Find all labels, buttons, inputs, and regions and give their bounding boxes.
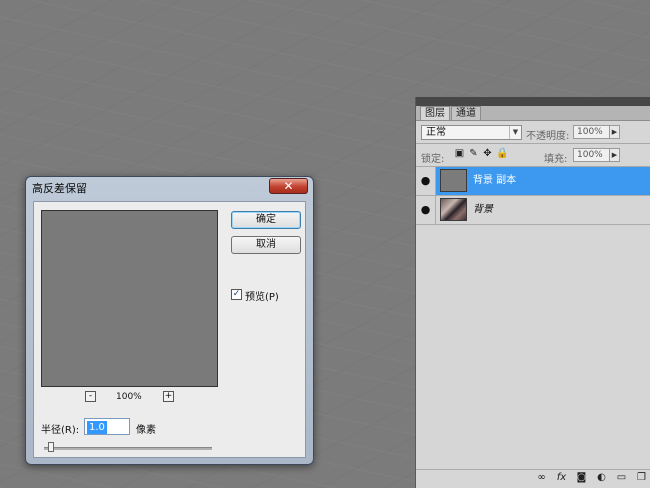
zoom-out-button[interactable]: - <box>85 391 96 402</box>
zoom-level: 100% <box>116 392 142 402</box>
checkmark-icon: ✓ <box>232 289 241 299</box>
panel-tabs: 图层 通道 <box>416 106 650 121</box>
opacity-arrow-icon[interactable]: ▶ <box>609 125 620 139</box>
radius-slider-track[interactable] <box>44 447 212 450</box>
lock-brush-icon[interactable]: ✎ <box>468 148 479 159</box>
mask-icon[interactable]: ◙ <box>575 472 588 483</box>
preview-checkbox[interactable]: ✓ <box>231 289 242 300</box>
layer-name: 背景 副本 <box>473 175 517 186</box>
dialog-title: 高反差保留 <box>32 182 87 195</box>
eye-icon[interactable]: ● <box>416 167 436 195</box>
lock-move-icon[interactable]: ✥ <box>482 148 493 159</box>
layer-name: 背景 <box>473 204 493 215</box>
fx-icon[interactable]: fx <box>555 472 568 483</box>
new-layer-icon[interactable]: ❐ <box>635 472 648 483</box>
layers-panel: 图层 通道 正常 ▼ 不透明度: 100% ▶ 锁定: ▣ ✎ ✥ 🔒 填充: … <box>415 97 650 488</box>
link-icon[interactable]: ∞ <box>535 472 548 483</box>
blend-mode-value: 正常 <box>426 127 446 138</box>
lock-icons: ▣ ✎ ✥ 🔒 <box>454 148 509 159</box>
dialog-body: - 100% + 确定 取消 ✓ 预览(P) 半径(R): 1.0 像素 <box>33 201 306 458</box>
lock-transparency-icon[interactable]: ▣ <box>454 148 465 159</box>
group-icon[interactable]: ▭ <box>615 472 628 483</box>
radius-input[interactable]: 1.0 <box>84 418 130 435</box>
blend-mode-select[interactable]: 正常 ▼ <box>421 125 522 140</box>
blend-options-row: 正常 ▼ 不透明度: 100% ▶ <box>416 121 650 143</box>
radius-slider-thumb[interactable] <box>48 442 55 452</box>
zoom-in-button[interactable]: + <box>163 391 174 402</box>
radius-label: 半径(R): <box>41 425 80 436</box>
lock-all-icon[interactable]: 🔒 <box>496 148 508 159</box>
tab-channels[interactable]: 通道 <box>451 106 481 120</box>
lock-label: 锁定: <box>421 154 445 165</box>
eye-icon[interactable]: ● <box>416 196 436 224</box>
adjustment-icon[interactable]: ◐ <box>595 472 608 483</box>
fill-label: 填充: <box>544 154 568 165</box>
ok-button[interactable]: 确定 <box>231 211 301 229</box>
preview-label: 预览(P) <box>245 292 279 303</box>
unit-label: 像素 <box>136 425 156 436</box>
close-icon: ✕ <box>283 179 294 193</box>
lock-options-row: 锁定: ▣ ✎ ✥ 🔒 填充: 100% ▶ <box>416 144 650 166</box>
preview-area[interactable] <box>41 210 218 387</box>
layer-row-background[interactable]: ● 背景 <box>416 196 650 225</box>
panel-title-bar[interactable] <box>416 97 650 106</box>
fill-arrow-icon[interactable]: ▶ <box>609 148 620 162</box>
high-pass-dialog: 高反差保留 ✕ - 100% + 确定 取消 ✓ 预览(P) 半径(R): 1.… <box>25 176 314 465</box>
cancel-button[interactable]: 取消 <box>231 236 301 254</box>
tab-layers[interactable]: 图层 <box>420 106 450 120</box>
panel-footer: ∞ fx ◙ ◐ ▭ ❐ <box>416 469 650 488</box>
opacity-label: 不透明度: <box>526 131 570 142</box>
close-button[interactable]: ✕ <box>269 178 308 194</box>
layer-thumbnail <box>440 169 467 192</box>
layer-row-background-copy[interactable]: ● 背景 副本 <box>416 167 650 196</box>
chevron-down-icon: ▼ <box>509 126 521 139</box>
layer-thumbnail <box>440 198 467 221</box>
radius-value: 1.0 <box>87 421 107 434</box>
